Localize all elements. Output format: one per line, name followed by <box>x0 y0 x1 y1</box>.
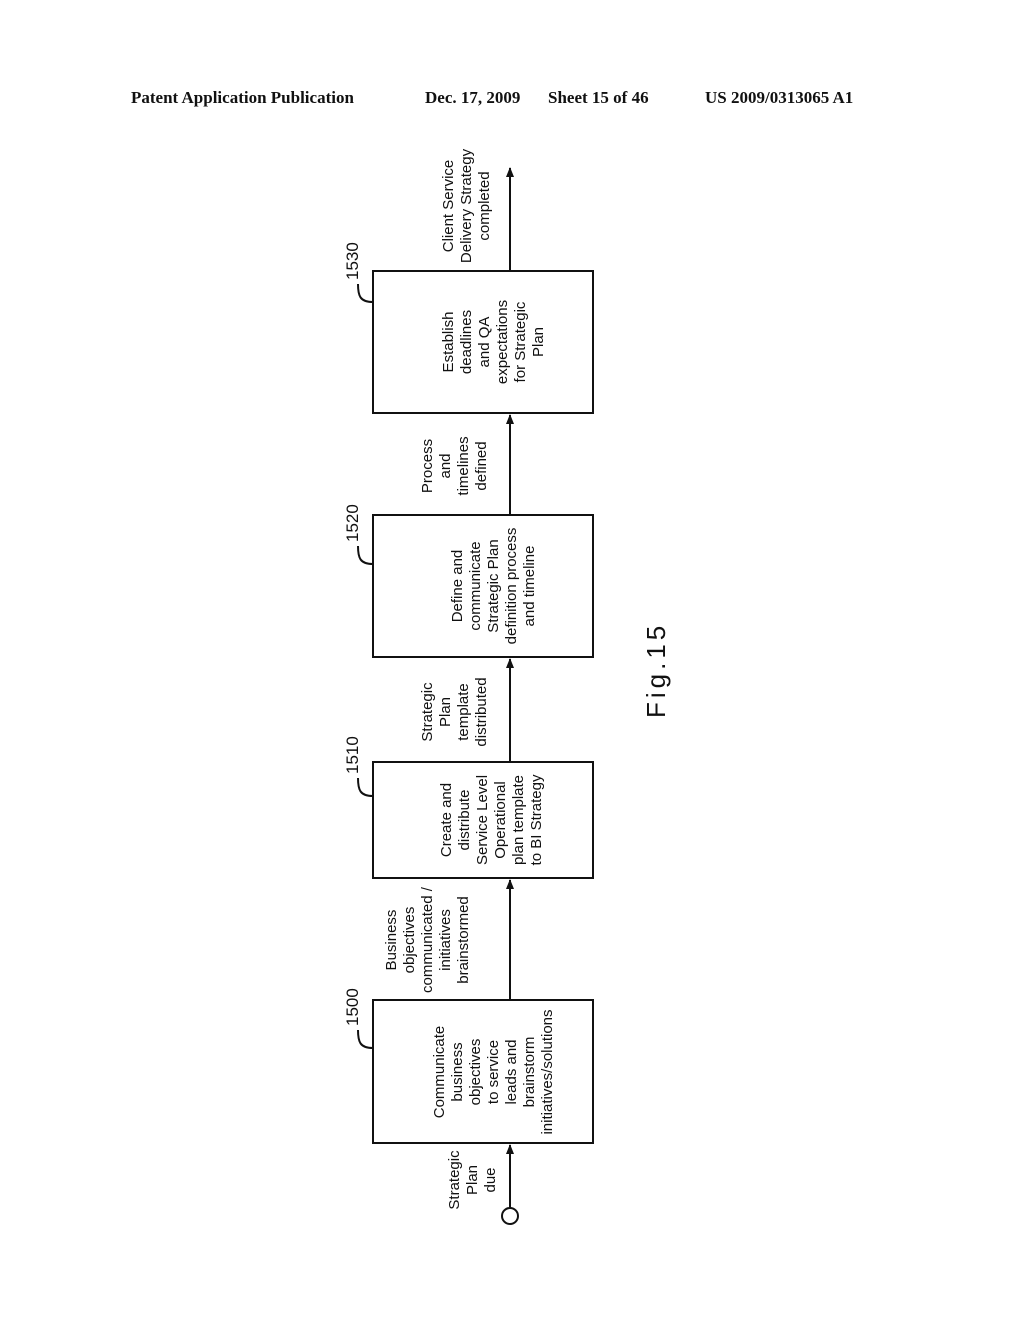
svg-text:distributed: distributed <box>473 677 490 746</box>
svg-text:brainstormed: brainstormed <box>455 896 472 984</box>
svg-text:Create and: Create and <box>438 783 455 857</box>
svg-text:Plan: Plan <box>530 327 547 357</box>
ref-numeral-1530: 1530 <box>343 242 362 280</box>
svg-text:Operational: Operational <box>492 781 509 859</box>
svg-text:Delivery Strategy: Delivery Strategy <box>458 148 475 263</box>
transition-label-1500: Business objectives communicated / initi… <box>383 886 472 993</box>
svg-text:deadlines: deadlines <box>458 310 475 374</box>
svg-text:objectives: objectives <box>467 1039 484 1106</box>
svg-text:Plan: Plan <box>437 697 454 727</box>
svg-text:objectives: objectives <box>401 907 418 974</box>
svg-text:communicated /: communicated / <box>419 886 436 993</box>
ref-leader-1520 <box>357 545 374 565</box>
svg-text:Client Service: Client Service <box>440 160 457 253</box>
svg-text:Process: Process <box>419 439 436 493</box>
svg-text:initiatives: initiatives <box>437 909 454 971</box>
end-label: Client Service Delivery Strategy complet… <box>440 148 493 263</box>
svg-text:expectations: expectations <box>494 300 511 384</box>
svg-text:to BI Strategy: to BI Strategy <box>528 774 545 865</box>
start-label: Strategic Plan due <box>446 1150 499 1210</box>
svg-text:and QA: and QA <box>476 317 493 368</box>
ref-numeral-1520: 1520 <box>343 504 362 542</box>
start-node <box>501 1207 519 1225</box>
svg-text:Establish: Establish <box>440 312 457 373</box>
flow-diagram: Strategic Plan due 1500 Communicate busi… <box>343 148 671 1225</box>
start-label-line: Plan <box>464 1165 481 1195</box>
svg-text:Service Level: Service Level <box>474 775 491 865</box>
svg-text:plan template: plan template <box>510 775 527 865</box>
svg-text:Strategic: Strategic <box>419 682 436 742</box>
start-label-line: due <box>482 1167 499 1192</box>
svg-text:completed: completed <box>476 171 493 240</box>
svg-text:defined: defined <box>473 441 490 490</box>
svg-text:to service: to service <box>485 1040 502 1104</box>
ref-leader-1530 <box>357 283 374 303</box>
svg-text:business: business <box>449 1042 466 1101</box>
svg-text:template: template <box>455 683 472 741</box>
svg-text:Strategic Plan: Strategic Plan <box>485 539 502 632</box>
svg-text:communicate: communicate <box>467 541 484 630</box>
svg-text:and timeline: and timeline <box>521 546 538 627</box>
ref-numeral-1510: 1510 <box>343 736 362 774</box>
svg-text:definition process: definition process <box>503 528 520 645</box>
svg-text:distribute: distribute <box>456 790 473 851</box>
transition-label-1510: Strategic Plan template distributed <box>419 677 490 746</box>
ref-leader-1510 <box>357 777 374 797</box>
svg-text:initiatives/solutions: initiatives/solutions <box>539 1009 556 1134</box>
step-text-1510: Create and distribute Service Level Oper… <box>438 774 545 865</box>
ref-leader-1500 <box>357 1029 374 1049</box>
svg-text:Define and: Define and <box>449 550 466 623</box>
svg-text:Business: Business <box>383 910 400 971</box>
svg-text:leads and: leads and <box>503 1039 520 1104</box>
svg-text:for Strategic: for Strategic <box>512 301 529 382</box>
svg-text:timelines: timelines <box>455 436 472 495</box>
svg-text:and: and <box>437 453 454 478</box>
ref-numeral-1500: 1500 <box>343 988 362 1026</box>
svg-text:Communicate: Communicate <box>431 1026 448 1119</box>
figure-label: Fig.15 <box>641 622 671 718</box>
transition-label-1520: Process and timelines defined <box>419 436 490 495</box>
svg-text:brainstorm: brainstorm <box>521 1037 538 1108</box>
start-label-line: Strategic <box>446 1150 463 1210</box>
